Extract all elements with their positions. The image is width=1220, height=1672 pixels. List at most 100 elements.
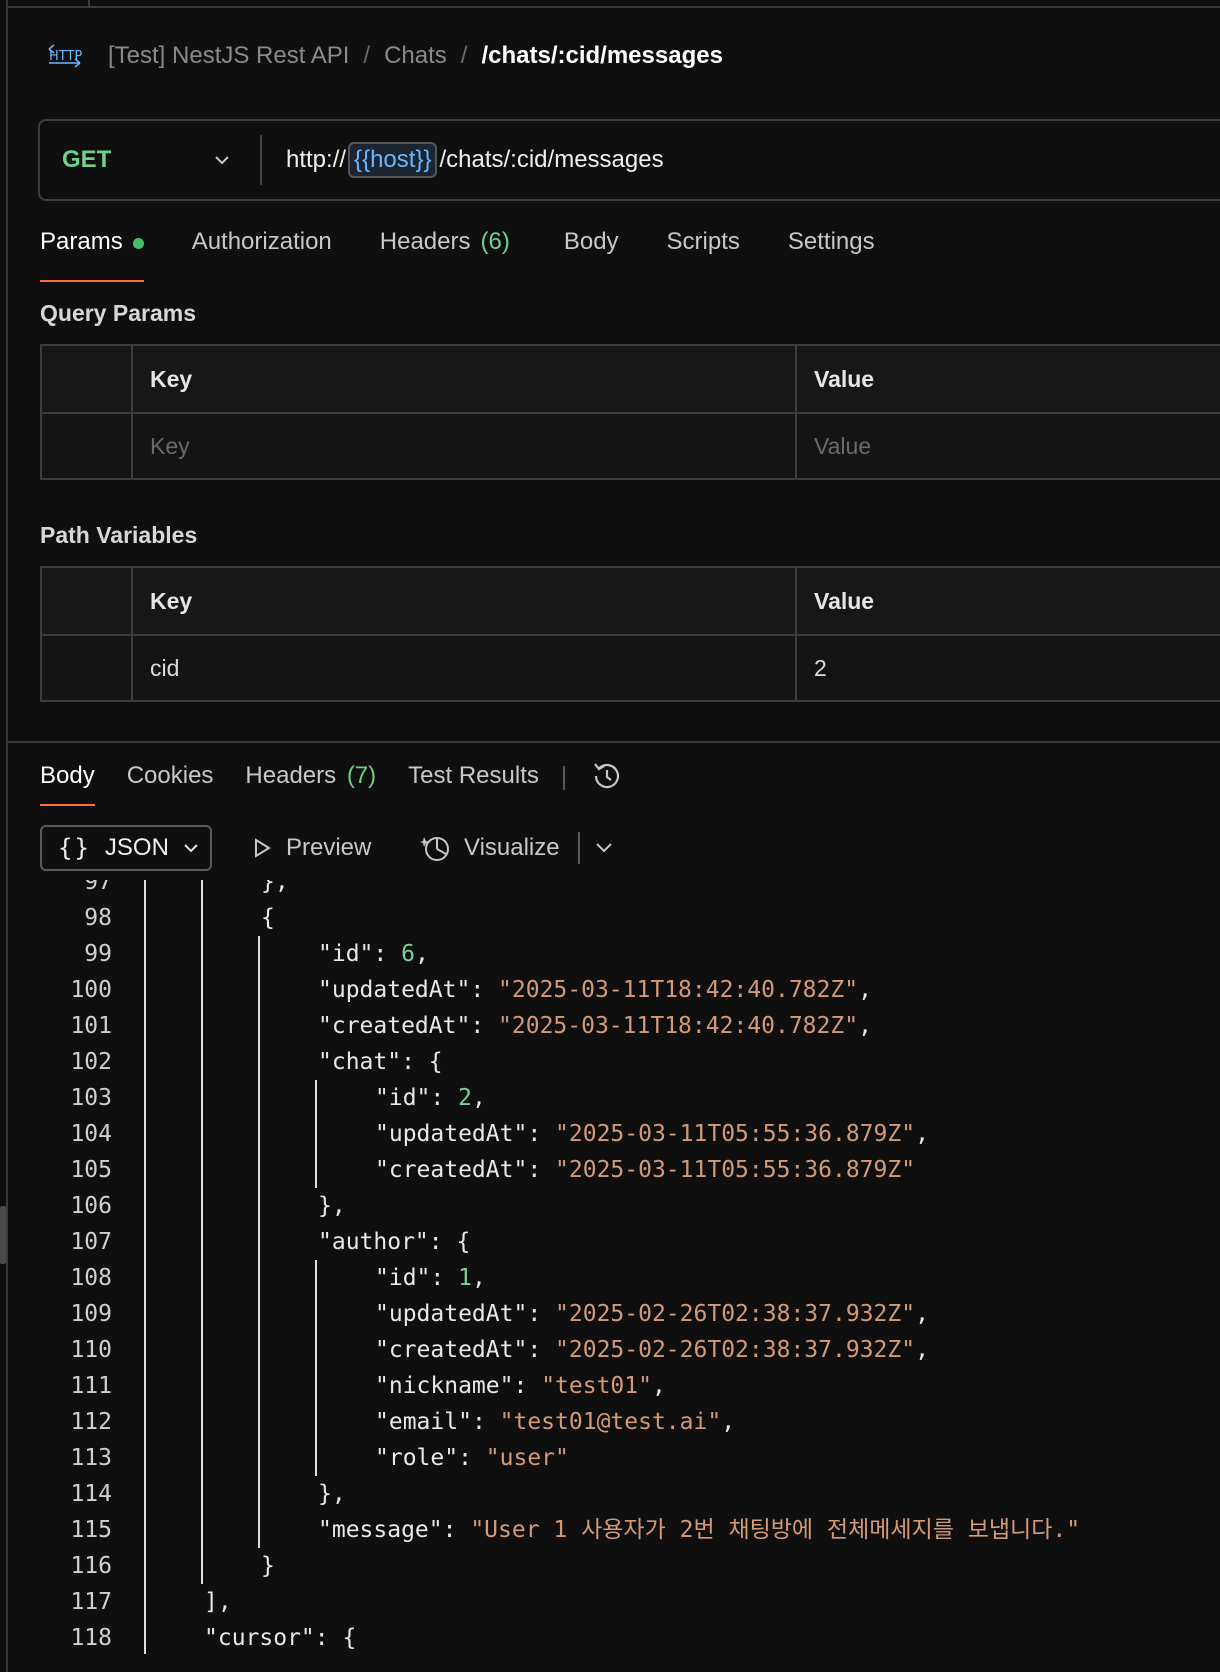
line-number: 98 (84, 905, 112, 931)
tab-body[interactable]: Body (564, 228, 619, 282)
code-line: "nickname": "test01", (375, 1373, 666, 1399)
line-number: 118 (70, 1625, 112, 1651)
chevron-down-icon (215, 156, 229, 165)
line-number: 117 (70, 1589, 112, 1615)
path-variables-table: Key Value cid 2 (40, 566, 1220, 702)
response-headers-count: (7) (346, 762, 377, 789)
code-line: "updatedAt": "2025-03-11T05:55:36.879Z", (375, 1121, 929, 1147)
url-divider (260, 135, 262, 185)
code-line: "createdAt": "2025-02-26T02:38:37.932Z", (375, 1337, 929, 1363)
tab-params[interactable]: Params (40, 228, 144, 282)
preview-button[interactable]: Preview (250, 830, 371, 866)
breadcrumb-request[interactable]: /chats/:cid/messages (481, 42, 722, 70)
checkbox-column-header (42, 568, 133, 634)
toolbar-separator (578, 832, 580, 864)
line-number: 108 (70, 1265, 112, 1291)
code-line: }, (261, 880, 289, 895)
window-left-border (6, 0, 8, 1672)
code-line: ], (204, 1589, 232, 1615)
line-number: 114 (70, 1481, 112, 1507)
indent-guide (144, 880, 146, 1654)
method-label: GET (62, 146, 112, 173)
response-tab-test-results[interactable]: Test Results (408, 762, 539, 806)
tab-headers[interactable]: Headers (6) (380, 228, 510, 282)
query-params-title: Query Params (40, 300, 196, 326)
chevron-down-icon[interactable] (592, 838, 616, 858)
indent-guide (201, 880, 203, 1584)
method-select[interactable]: GET (40, 121, 260, 199)
response-tabs: Body Cookies Headers (7) Test Results (40, 762, 625, 808)
visualize-label: Visualize (464, 834, 560, 861)
key-column-header: Key (133, 346, 797, 412)
line-number: 103 (70, 1085, 112, 1111)
chevron-down-icon (184, 844, 198, 853)
value-column-header: Value (814, 587, 875, 614)
url-variable[interactable]: {{host}} (348, 142, 438, 178)
key-input[interactable]: Key (133, 414, 797, 478)
response-pane-divider[interactable] (6, 741, 1220, 743)
history-icon[interactable] (589, 758, 625, 794)
code-line: } (261, 1553, 275, 1579)
breadcrumb-separator: / (460, 42, 468, 69)
code-line: "updatedAt": "2025-03-11T18:42:40.782Z", (318, 977, 872, 1003)
response-tab-body[interactable]: Body (40, 762, 95, 806)
tab-authorization[interactable]: Authorization (192, 228, 332, 282)
line-number: 113 (70, 1445, 112, 1471)
path-variables-title: Path Variables (40, 522, 198, 548)
value-column-header: Value (814, 365, 875, 392)
line-number: 111 (70, 1373, 112, 1399)
visualize-icon (420, 837, 449, 861)
code-line: "createdAt": "2025-03-11T18:42:40.782Z", (318, 1013, 872, 1039)
table-header-row: Key Value (42, 346, 1220, 412)
tab-settings-label: Settings (787, 228, 875, 255)
tab-params-label: Params (40, 228, 123, 255)
code-line: "id": 2, (375, 1085, 486, 1111)
tab-separator (562, 766, 565, 790)
preview-label: Preview (286, 834, 372, 861)
url-prefix: http:// (286, 146, 347, 173)
indent-guide (258, 936, 260, 1548)
response-body-viewer[interactable]: 97}, 98 {99 "id": 6, 100 "updatedAt": "2025-0… (40, 880, 1220, 1654)
tab-scripts-label: Scripts (666, 228, 740, 255)
response-headers-label: Headers (245, 762, 337, 789)
tab-scripts[interactable]: Scripts (667, 228, 740, 282)
line-number: 109 (70, 1301, 112, 1327)
response-tab-headers[interactable]: Headers (7) (245, 762, 376, 806)
url-input[interactable]: http:// {{host}} /chats/:cid/messages (286, 142, 664, 178)
line-number: 107 (70, 1229, 112, 1255)
response-tab-cookies[interactable]: Cookies (127, 762, 214, 806)
value-input[interactable]: Value (797, 414, 1220, 478)
code-line: "id": 1, (375, 1265, 486, 1291)
window-top-border (6, 6, 1220, 8)
table-header-row: Key Value (42, 568, 1220, 634)
query-params-table: Key Value Key Value (40, 344, 1220, 480)
line-number: 110 (70, 1337, 112, 1363)
code-line: "updatedAt": "2025-02-26T02:38:37.932Z", (375, 1301, 929, 1327)
format-select[interactable]: {} JSON (40, 825, 212, 871)
code-line: "role": "user" (375, 1445, 569, 1471)
row-checkbox[interactable] (42, 414, 133, 478)
visualize-button[interactable]: Visualize (420, 830, 560, 866)
line-number: 116 (70, 1553, 112, 1579)
url-bar: GET http:// {{host}} /chats/:cid/message… (38, 119, 1220, 201)
pane-divider-tick (88, 0, 90, 6)
breadcrumb-separator: / (363, 42, 371, 69)
line-number: 104 (70, 1121, 112, 1147)
code-line: }, (318, 1481, 346, 1507)
line-number: 100 (70, 977, 112, 1003)
code-line: "email": "test01@test.ai", (375, 1409, 736, 1435)
code-line: "author": { (318, 1229, 471, 1255)
sidebar-scrollbar[interactable] (0, 1206, 6, 1264)
path-variable-value[interactable]: 2 (797, 636, 1220, 700)
line-number: 97 (84, 880, 112, 895)
line-number: 105 (70, 1157, 112, 1183)
line-number: 115 (70, 1517, 112, 1543)
code-line: "id": 6, (318, 941, 429, 967)
tab-settings[interactable]: Settings (788, 228, 875, 282)
checkbox-column-header (42, 346, 133, 412)
line-number: 112 (70, 1409, 112, 1435)
breadcrumb-folder[interactable]: Chats (384, 42, 447, 70)
breadcrumb-collection[interactable]: [Test] NestJS Rest API (108, 42, 349, 70)
format-label: JSON (104, 834, 169, 861)
table-row: cid 2 (42, 634, 1220, 700)
